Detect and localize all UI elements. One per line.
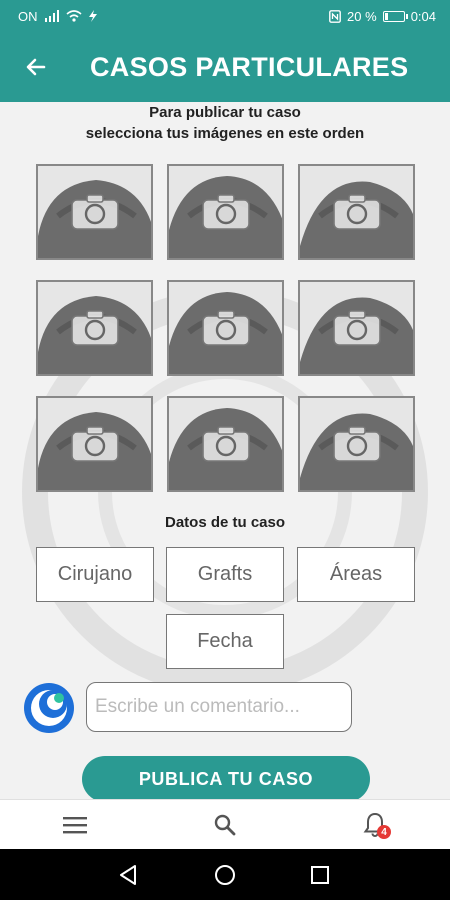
notifications-button[interactable]: 4: [345, 800, 405, 850]
publish-case-button[interactable]: PUBLICA TU CASO: [82, 756, 370, 799]
battery-fill: [384, 12, 388, 20]
date-button[interactable]: Fecha: [166, 614, 284, 669]
status-right: 20 % 0:04: [329, 9, 436, 24]
status-on-label: ON: [18, 8, 38, 24]
comment-input[interactable]: [86, 682, 352, 732]
triangle-back-icon: [120, 864, 136, 885]
camera-icon: [201, 310, 250, 346]
arrow-left-icon: [26, 58, 46, 76]
circle-home-icon: [215, 864, 235, 885]
menu-button[interactable]: [45, 800, 105, 850]
battery-icon: [382, 10, 408, 22]
photo-slot-6[interactable]: [298, 280, 415, 376]
clock: 0:04: [410, 8, 436, 24]
bottom-nav: 4: [0, 799, 450, 850]
photo-slot-4[interactable]: [36, 280, 153, 376]
photo-slot-7[interactable]: [36, 396, 153, 492]
camera-icon: [70, 194, 119, 230]
camera-icon: [70, 310, 119, 346]
search-button[interactable]: [195, 800, 255, 850]
main-content: Para publicar tu caso selecciona tus imá…: [0, 102, 450, 799]
grafts-button[interactable]: Grafts: [166, 547, 284, 602]
nfc-icon: [329, 9, 341, 23]
bolt-icon: [88, 10, 97, 22]
areas-button[interactable]: Áreas: [297, 547, 415, 602]
back-button[interactable]: [0, 32, 72, 102]
notification-badge: 4: [377, 825, 391, 839]
photo-slot-5[interactable]: [167, 280, 284, 376]
case-data-title: Datos de tu caso: [164, 514, 286, 531]
system-back-button[interactable]: [98, 849, 158, 900]
photo-slot-2[interactable]: [167, 164, 284, 260]
camera-icon: [70, 426, 119, 462]
camera-icon: [332, 426, 381, 462]
photo-slot-3[interactable]: [298, 164, 415, 260]
camera-icon: [332, 310, 381, 346]
photo-slot-8[interactable]: [167, 396, 284, 492]
instructions: Para publicar tu caso selecciona tus imá…: [0, 102, 450, 144]
user-avatar: [24, 683, 74, 733]
system-nav-bar: [0, 849, 450, 900]
photo-slot-1[interactable]: [36, 164, 153, 260]
square-recents-icon: [311, 865, 329, 884]
app-bar: CASOS PARTICULARES: [0, 32, 450, 102]
battery-percent: 20 %: [347, 8, 377, 24]
camera-icon: [201, 194, 250, 230]
status-bar: ON 20 % 0:04: [0, 0, 450, 32]
camera-icon: [201, 426, 250, 462]
photo-slot-9[interactable]: [298, 396, 415, 492]
instructions-line-1: Para publicar tu caso: [149, 104, 301, 121]
menu-icon: [63, 817, 87, 834]
status-left: ON: [18, 9, 98, 24]
surgeon-button[interactable]: Cirujano: [36, 547, 154, 602]
page-title: CASOS PARTICULARES: [90, 51, 409, 82]
wifi-icon: [65, 10, 82, 22]
photo-grid: [36, 164, 416, 492]
camera-icon: [332, 194, 381, 230]
system-recents-button[interactable]: [290, 849, 350, 900]
system-home-button[interactable]: [195, 849, 255, 900]
instructions-line-2: selecciona tus imágenes en este orden: [85, 125, 365, 142]
signal-icon: [44, 10, 59, 22]
search-icon: [214, 814, 236, 836]
